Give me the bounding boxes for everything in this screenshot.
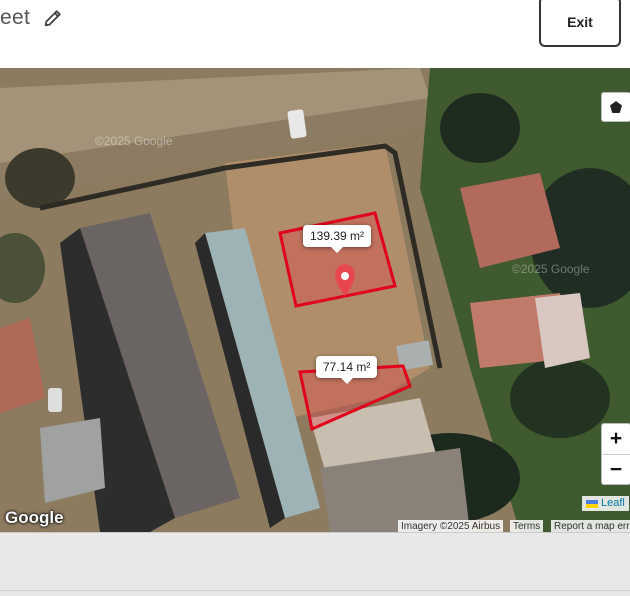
area-label: 77.14 m² xyxy=(316,356,378,384)
map-view[interactable]: ©2025 Google ©2025 Google 139.39 m² 77.1… xyxy=(0,68,630,532)
watermark-text: ©2025 Google xyxy=(512,262,590,276)
draw-polygon-button[interactable] xyxy=(601,92,630,122)
imagery-attribution: Imagery ©2025 Airbus xyxy=(398,520,504,532)
zoom-in-button[interactable]: + xyxy=(602,424,630,454)
pentagon-icon xyxy=(610,101,622,113)
area-label: 139.39 m² xyxy=(303,225,372,253)
report-map-error-link[interactable]: Report a map erro xyxy=(551,520,630,532)
divider xyxy=(0,590,630,591)
zoom-out-button[interactable]: − xyxy=(602,455,630,484)
leaflet-link[interactable]: Leafl xyxy=(601,496,625,511)
watermark-text: ©2025 Google xyxy=(95,134,173,148)
terms-link[interactable]: Terms xyxy=(510,520,544,532)
zoom-control: + − xyxy=(601,423,630,485)
page-title: eet xyxy=(0,6,31,29)
bottom-panel xyxy=(0,532,630,596)
exit-button[interactable]: Exit xyxy=(539,0,621,47)
leaflet-attribution[interactable]: Leafl xyxy=(582,496,629,511)
top-bar: eet Exit xyxy=(0,0,630,68)
google-logo: Google xyxy=(5,508,64,527)
satellite-imagery: ©2025 Google ©2025 Google xyxy=(0,68,630,532)
ukraine-flag-icon xyxy=(586,499,598,508)
pencil-icon[interactable] xyxy=(42,7,64,29)
